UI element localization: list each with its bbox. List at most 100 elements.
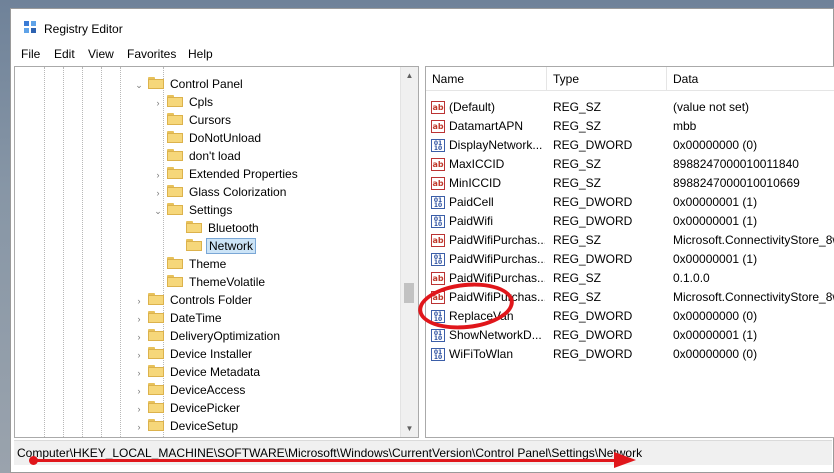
chevron-right-icon[interactable]: › [133, 292, 145, 310]
tree-item[interactable]: › DevicePicker [133, 399, 242, 417]
column-divider[interactable] [546, 67, 547, 90]
value-name: ShowNetworkD... [449, 328, 542, 342]
value-name: MaxICCID [449, 157, 505, 171]
column-divider[interactable] [666, 67, 667, 90]
value-row[interactable]: ab MinICCID REG_SZ 8988247000010010669 [426, 174, 834, 193]
tree-item[interactable]: › Glass Colorization [152, 183, 288, 201]
folder-icon [167, 113, 183, 125]
string-value-icon: ab [431, 272, 445, 285]
value-type: REG_DWORD [553, 328, 633, 342]
tree-vertical-scrollbar[interactable]: ▲ ▼ [400, 67, 418, 437]
value-name: PaidWifiPurchas... [449, 271, 545, 285]
chevron-right-icon[interactable]: › [133, 328, 145, 346]
tree-item[interactable]: › Controls Folder [133, 291, 254, 309]
value-name: DatamartAPN [449, 119, 524, 133]
chevron-right-icon[interactable]: › [152, 184, 164, 202]
tree-item[interactable]: DoNotUnload [152, 129, 263, 147]
tree-item[interactable]: › DeviceFlow [133, 435, 234, 437]
scroll-down-icon[interactable]: ▼ [401, 420, 418, 437]
value-data: 0x00000001 (1) [673, 214, 758, 228]
value-row[interactable]: ab PaidWifiPurchas... REG_SZ 0.1.0.0 [426, 269, 834, 288]
value-row[interactable]: ab PaidWifiPurchas... REG_SZ Microsoft.Conn… [426, 231, 834, 250]
value-data: 0x00000000 (0) [673, 347, 758, 361]
folder-icon [167, 131, 183, 143]
tree-item-label: Device Metadata [170, 365, 261, 379]
chevron-right-icon[interactable]: › [152, 94, 164, 112]
chevron-right-icon[interactable]: › [133, 436, 145, 437]
tree-item[interactable]: don't load [152, 147, 243, 165]
value-row[interactable]: 01 10 PaidCell REG_DWORD 0x00000001 (1) [426, 193, 834, 212]
registry-tree-pane[interactable]: ▲ ▼ ⌄ Control Panel › Cpls Cursors DoNotUnloa… [14, 66, 419, 438]
binary-value-icon: 01 10 [431, 215, 445, 228]
value-data: 0x00000000 (0) [673, 138, 758, 152]
value-type: REG_SZ [553, 119, 602, 133]
folder-icon [148, 365, 164, 377]
values-list-pane[interactable]: Name Type Data ab (Default) REG_SZ (value n… [425, 66, 834, 438]
tree-item[interactable]: ⌄ Settings [152, 201, 234, 219]
tree-item[interactable]: › Extended Properties [152, 165, 300, 183]
chevron-right-icon[interactable]: › [133, 382, 145, 400]
tree-item-label: Bluetooth [208, 221, 259, 235]
value-row[interactable]: 01 10 WiFiToWlan REG_DWORD 0x00000000 (0) [426, 345, 834, 364]
folder-icon [167, 203, 183, 215]
value-row[interactable]: 01 10 ShowNetworkD... REG_DWORD 0x00000001 (… [426, 326, 834, 345]
binary-value-icon: 01 10 [431, 139, 445, 152]
tree-item[interactable]: › Device Metadata [133, 363, 262, 381]
address-path[interactable]: Computer\HKEY_LOCAL_MACHINE\SOFTWARE\Mic… [17, 446, 642, 460]
value-type: REG_DWORD [553, 347, 633, 361]
tree-item[interactable]: › Cpls [152, 93, 215, 111]
tree-guide-line [63, 67, 64, 437]
folder-icon [148, 311, 164, 323]
tree-item[interactable]: Bluetooth [171, 219, 261, 237]
menu-view[interactable]: View [88, 47, 114, 61]
chevron-right-icon[interactable]: › [133, 400, 145, 418]
tree-guide-line [44, 67, 45, 437]
tree-item[interactable]: › DeviceSetup [133, 417, 240, 435]
value-data: 0x00000000 (0) [673, 309, 758, 323]
column-header-type[interactable]: Type [553, 72, 579, 86]
chevron-right-icon[interactable]: › [133, 346, 145, 364]
tree-item-label: ThemeVolatile [189, 275, 266, 289]
value-row[interactable]: ab MaxICCID REG_SZ 8988247000010011840 [426, 155, 834, 174]
string-value-icon: ab [431, 101, 445, 114]
menu-favorites[interactable]: Favorites [127, 47, 176, 61]
chevron-right-icon[interactable]: › [133, 418, 145, 436]
tree-item[interactable]: Network [171, 237, 257, 255]
value-row[interactable]: ab PaidWifiPurchas... REG_SZ Microsoft.Conn… [426, 288, 834, 307]
value-row[interactable]: ab (Default) REG_SZ (value not set) [426, 98, 834, 117]
tree-item[interactable]: › DeliveryOptimization [133, 327, 282, 345]
scroll-up-icon[interactable]: ▲ [401, 67, 418, 84]
value-row[interactable]: 01 10 PaidWifi REG_DWORD 0x00000001 (1) [426, 212, 834, 231]
value-data: mbb [673, 119, 697, 133]
value-type: REG_SZ [553, 157, 602, 171]
scrollbar-thumb[interactable] [404, 283, 414, 303]
menu-edit[interactable]: Edit [54, 47, 75, 61]
menu-file[interactable]: File [21, 47, 40, 61]
tree-item-label: Theme [189, 257, 227, 271]
value-row[interactable]: ab DatamartAPN REG_SZ mbb [426, 117, 834, 136]
tree-item[interactable]: › DateTime [133, 309, 224, 327]
folder-icon [186, 221, 202, 233]
column-header-name[interactable]: Name [432, 72, 464, 86]
tree-item[interactable]: ⌄ Control Panel [133, 75, 245, 93]
string-value-icon: ab [431, 291, 445, 304]
folder-icon [167, 167, 183, 179]
tree-item[interactable]: › DeviceAccess [133, 381, 247, 399]
tree-item[interactable]: › Device Installer [133, 345, 254, 363]
chevron-right-icon[interactable]: › [133, 310, 145, 328]
chevron-right-icon[interactable]: › [152, 166, 164, 184]
value-row[interactable]: 01 10 DisplayNetwork... REG_DWORD 0x00000000… [426, 136, 834, 155]
tree-guide-line [101, 67, 102, 437]
tree-guide-line [120, 67, 121, 437]
chevron-right-icon[interactable]: › [133, 364, 145, 382]
menu-help[interactable]: Help [188, 47, 213, 61]
tree-item[interactable]: ThemeVolatile [152, 273, 267, 291]
chevron-down-icon[interactable]: ⌄ [133, 76, 145, 94]
folder-icon [167, 185, 183, 197]
value-row[interactable]: 01 10 PaidWifiPurchas... REG_DWORD 0x0000000… [426, 250, 834, 269]
tree-item[interactable]: Theme [152, 255, 228, 273]
tree-item[interactable]: Cursors [152, 111, 233, 129]
chevron-down-icon[interactable]: ⌄ [152, 202, 164, 220]
value-row[interactable]: 01 10 ReplaceVan REG_DWORD 0x00000000 (0) [426, 307, 834, 326]
column-header-data[interactable]: Data [673, 72, 698, 86]
